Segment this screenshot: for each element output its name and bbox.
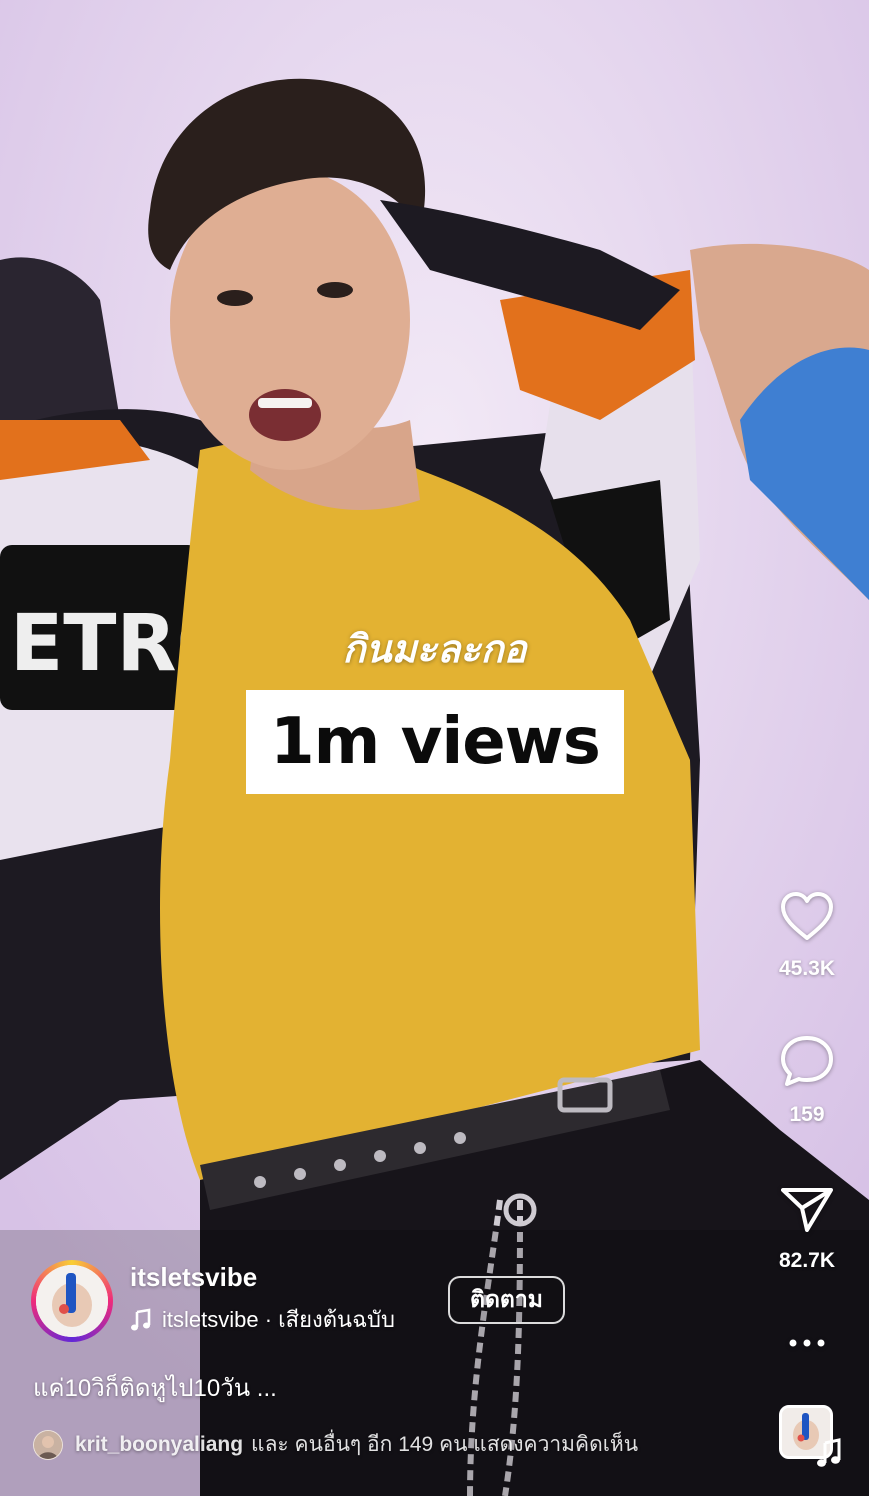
- paper-plane-icon: [781, 1188, 833, 1232]
- comment-bubble-icon: [781, 1036, 833, 1086]
- audio-owner: itsletsvibe: [162, 1306, 259, 1332]
- audio-label: เสียงต้นฉบับ: [278, 1307, 395, 1332]
- comment-count: 159: [789, 1103, 825, 1126]
- audio-separator: ·: [258, 1306, 279, 1332]
- follow-button[interactable]: ติดตาม: [448, 1276, 565, 1324]
- original-audio-link[interactable]: itsletsvibe · เสียงต้นฉบับ: [130, 1302, 395, 1337]
- audio-note-icon: [817, 1438, 841, 1467]
- commenter-avatar: [33, 1429, 63, 1460]
- avatar-image: [36, 1265, 108, 1337]
- heart-icon: [781, 892, 833, 940]
- views-label: 1m views: [270, 705, 601, 779]
- more-options-button[interactable]: [760, 1336, 854, 1355]
- like-count: 45.3K: [778, 957, 836, 980]
- comments-summary[interactable]: krit_boonyaliang และ คนอื่นๆ อีก 149 คน …: [33, 1428, 638, 1461]
- share-button[interactable]: 82.7K: [760, 1184, 854, 1273]
- author-username[interactable]: itsletsvibe: [130, 1262, 257, 1293]
- commenter-username: krit_boonyaliang: [75, 1432, 244, 1456]
- share-count: 82.7K: [778, 1249, 836, 1272]
- comment-button[interactable]: 159: [760, 1034, 854, 1127]
- music-note-icon: [131, 1307, 151, 1330]
- overlay-caption: กินมะละกอ: [342, 629, 527, 671]
- more-dots-icon: [789, 1339, 825, 1347]
- post-caption[interactable]: แค่10วิก็ติดหูไป10วัน ...: [33, 1368, 277, 1407]
- comments-suffix: และ คนอื่นๆ อีก 149 คน แสดงความคิดเห็น: [251, 1433, 639, 1456]
- author-avatar[interactable]: [31, 1260, 113, 1342]
- like-button[interactable]: 45.3K: [760, 890, 854, 981]
- views-sticker: 1m views: [246, 690, 624, 794]
